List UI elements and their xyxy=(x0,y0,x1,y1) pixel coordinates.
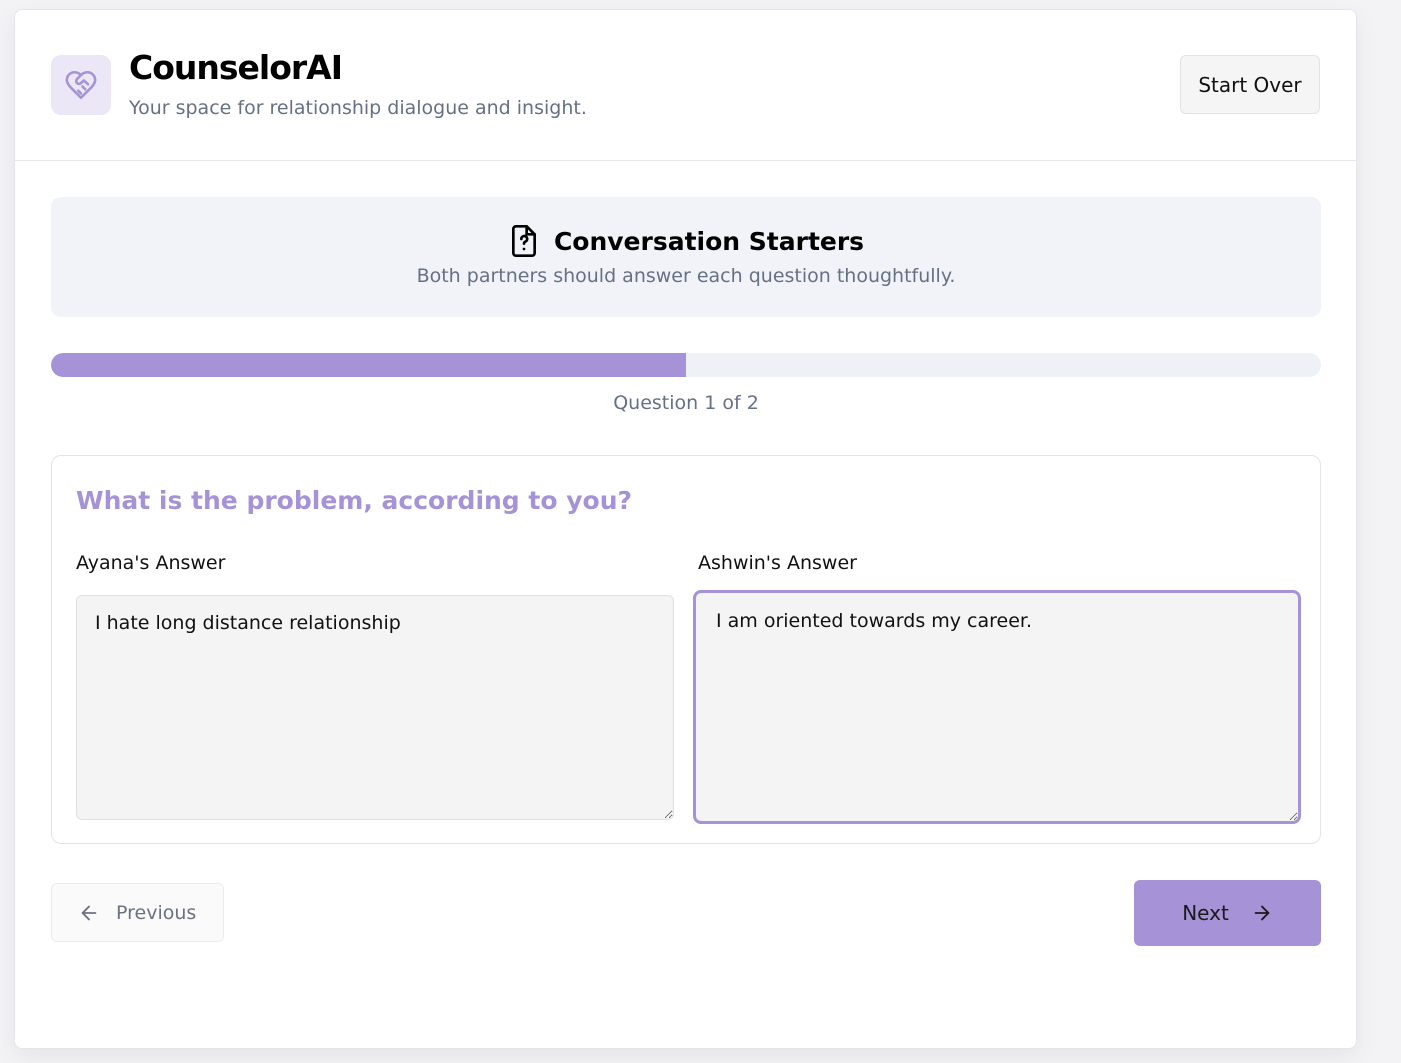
arrow-left-icon xyxy=(81,905,97,920)
starters-subtitle: Both partners should answer each questio… xyxy=(416,265,956,287)
app-header: CounselorAI Your space for relationship … xyxy=(15,10,1356,161)
previous-button[interactable]: Previous xyxy=(51,883,224,942)
app-logo xyxy=(51,55,111,115)
starters-heading: Conversation Starters xyxy=(51,223,1321,259)
partner-1-answer-label: Ayana's Answer xyxy=(76,552,226,574)
partner-2-answer-label: Ashwin's Answer xyxy=(698,552,857,574)
conversation-starters-panel: Conversation Starters Both partners shou… xyxy=(51,197,1321,317)
progress-label: Question 1 of 2 xyxy=(613,392,759,414)
main-card: CounselorAI Your space for relationship … xyxy=(14,9,1357,1049)
arrow-right-icon xyxy=(1254,905,1270,921)
progress-bar xyxy=(51,353,1321,377)
app-subtitle: Your space for relationship dialogue and… xyxy=(129,97,587,119)
heart-handshake-icon xyxy=(65,70,97,100)
question-text: What is the problem, according to you? xyxy=(76,486,633,515)
start-over-button[interactable]: Start Over xyxy=(1180,55,1320,114)
starters-title: Conversation Starters xyxy=(553,226,865,256)
partner-1-answer-field[interactable]: I hate long distance relationship xyxy=(76,595,674,820)
question-card: What is the problem, according to you? A… xyxy=(51,455,1321,844)
app-title: CounselorAI xyxy=(129,48,343,87)
progress-bar-fill xyxy=(51,353,686,377)
previous-button-label: Previous xyxy=(116,901,197,924)
question-file-icon xyxy=(511,224,536,257)
next-button[interactable]: Next xyxy=(1134,880,1321,946)
next-button-label: Next xyxy=(1182,901,1229,925)
partner-2-answer-field[interactable]: I am oriented towards my career. xyxy=(693,590,1301,824)
